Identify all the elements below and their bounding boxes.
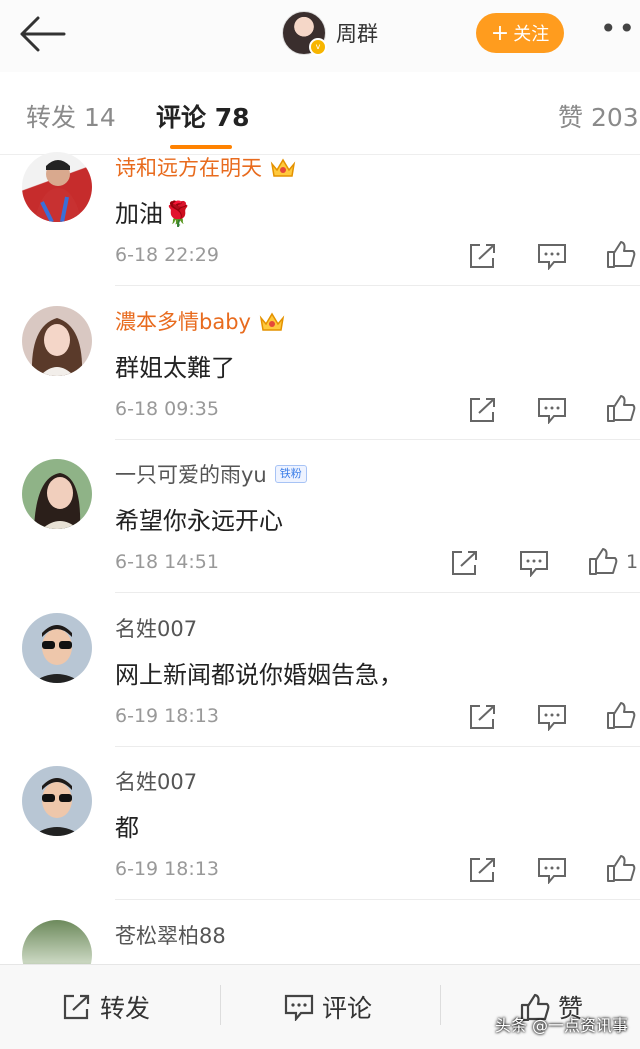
comment-time: 6-18 09:35 [115, 398, 219, 420]
comment-time: 6-18 14:51 [115, 551, 219, 573]
tab-bar: 转发 14 评论 78 赞 203 [0, 72, 640, 155]
share-icon[interactable] [450, 549, 480, 577]
divider [220, 985, 221, 1025]
comment-item: 诗和远方在明天 加油🌹 6-18 22:29 [0, 152, 640, 306]
comment-button[interactable]: 评论 [284, 989, 372, 1025]
top-bar: v 周群 + 关注 ••• [0, 0, 640, 73]
share-icon[interactable] [468, 703, 498, 731]
repost-button[interactable]: 转发 [62, 989, 150, 1025]
share-icon[interactable] [468, 396, 498, 424]
like-icon[interactable] [588, 547, 618, 575]
comment-icon[interactable] [537, 396, 567, 424]
comment-label: 评论 [322, 994, 373, 1023]
commenter-name-text: 名姓007 [115, 770, 198, 794]
comment-item: 名姓007 都 6-19 18:13 [0, 766, 640, 920]
commenter-avatar[interactable] [22, 613, 92, 683]
comment-text: 希望你永远开心 [115, 507, 283, 535]
tab-repost[interactable]: 转发 14 [26, 98, 116, 134]
crown-icon [270, 158, 296, 177]
tab-likes[interactable]: 赞 203 [558, 98, 639, 134]
commenter-avatar[interactable] [22, 152, 92, 222]
like-icon[interactable] [606, 854, 636, 882]
comment-time: 6-19 18:13 [115, 705, 219, 727]
verified-badge-icon: v [309, 38, 327, 56]
commenter-avatar[interactable] [22, 920, 92, 964]
commenter-name-text: 苍松翠柏88 [115, 924, 226, 948]
author-name[interactable]: 周群 [336, 18, 378, 48]
divider [115, 899, 640, 900]
active-tab-indicator [170, 145, 232, 149]
more-options-icon[interactable]: ••• [600, 15, 640, 44]
comment-time: 6-19 18:13 [115, 858, 219, 880]
comment-item: 一只可爱的雨yu 铁粉 希望你永远开心 6-18 14:51 1 [0, 459, 640, 613]
divider [440, 985, 441, 1025]
comment-time: 6-18 22:29 [115, 244, 219, 266]
comment-item: 濃本多情baby 群姐太難了 6-18 09:35 [0, 306, 640, 460]
repost-label: 转发 [100, 994, 151, 1023]
comment-text: 都 [115, 814, 139, 842]
comment-item: 苍松翠柏88 [0, 920, 640, 964]
commenter-name[interactable]: 一只可爱的雨yu 铁粉 [115, 459, 307, 489]
like-count: 1 [626, 551, 639, 573]
back-arrow-icon[interactable] [16, 14, 66, 54]
commenter-avatar[interactable] [22, 306, 92, 376]
share-icon [63, 994, 90, 1020]
watermark: 头条 @一点资讯事 [494, 1016, 628, 1035]
commenter-name[interactable]: 诗和远方在明天 [115, 152, 296, 182]
tab-comments[interactable]: 评论 78 [156, 98, 250, 134]
plus-icon: + [490, 20, 510, 46]
commenter-name[interactable]: 苍松翠柏88 [115, 920, 226, 950]
comment-icon[interactable] [537, 242, 567, 270]
post-author[interactable]: v 周群 [282, 10, 378, 56]
follow-button[interactable]: + 关注 [476, 13, 564, 53]
share-icon[interactable] [468, 242, 498, 270]
commenter-avatar[interactable] [22, 459, 92, 529]
commenter-name[interactable]: 濃本多情baby [115, 306, 285, 336]
comment-text: 群姐太難了 [115, 354, 235, 382]
comment-icon[interactable] [537, 856, 567, 884]
bottom-action-bar: 转发 评论 赞 [0, 964, 640, 1049]
divider [115, 439, 640, 440]
comment-text: 加油🌹 [115, 200, 193, 228]
crown-icon [259, 312, 285, 331]
comment-item: 名姓007 网上新闻都说你婚姻告急， 6-19 18:13 [0, 613, 640, 767]
divider [115, 746, 640, 747]
commenter-avatar[interactable] [22, 766, 92, 836]
divider [115, 592, 640, 593]
comment-icon[interactable] [519, 549, 549, 577]
like-icon[interactable] [606, 240, 636, 268]
like-icon[interactable] [606, 701, 636, 729]
commenter-name[interactable]: 名姓007 [115, 766, 197, 796]
comment-icon [284, 994, 314, 1021]
commenter-name[interactable]: 名姓007 [115, 613, 197, 643]
share-icon[interactable] [468, 856, 498, 884]
commenter-name-text: 诗和远方在明天 [115, 156, 262, 180]
divider [115, 285, 640, 286]
commenter-name-text: 一只可爱的雨yu [115, 463, 267, 487]
fan-badge: 铁粉 [274, 465, 307, 483]
comment-text: 网上新闻都说你婚姻告急， [115, 661, 403, 689]
commenter-name-text: 名姓007 [115, 617, 198, 641]
like-icon[interactable] [606, 394, 636, 422]
commenter-name-text: 濃本多情baby [115, 310, 251, 334]
author-avatar[interactable]: v [282, 11, 327, 56]
comment-icon[interactable] [537, 703, 567, 731]
follow-label: 关注 [513, 24, 550, 45]
